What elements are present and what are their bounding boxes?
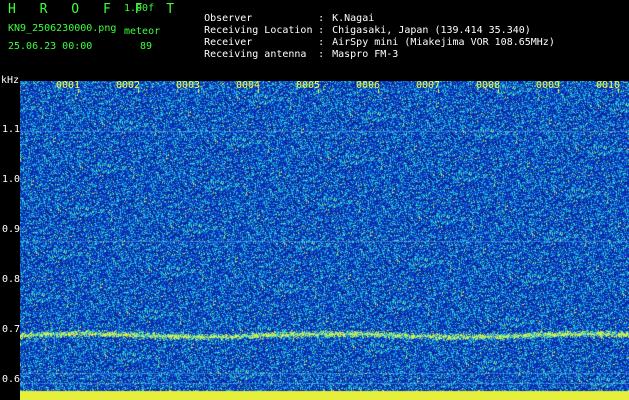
info-value: Maspro FM-3: [332, 49, 399, 60]
y-tick-label: 0.6: [2, 374, 21, 385]
x-tick-label: 0004: [236, 80, 261, 91]
y-tick-label: 1.0: [2, 174, 21, 185]
x-tick-label: 0010: [596, 80, 621, 91]
y-tick-label: 0.7: [2, 324, 21, 335]
datetime-label: 25.06.23 00:00: [8, 41, 93, 52]
spectrogram: [20, 81, 629, 400]
x-tick-label: 0009: [536, 80, 561, 91]
y-tick-label: 0.9: [2, 224, 21, 235]
meteor-label: meteor: [124, 26, 161, 37]
app-title: H R O F F T: [8, 2, 183, 17]
x-tick-label: 0007: [416, 80, 441, 91]
y-axis-unit: kHz: [1, 75, 20, 86]
x-tick-label: 0008: [476, 80, 501, 91]
info-row-antenna: Receiving antenna: Maspro FM-3: [204, 49, 399, 60]
x-tick-label: 0002: [116, 80, 141, 91]
meteor-count: 89: [140, 41, 153, 52]
y-tick-label: 1.1: [2, 124, 21, 135]
x-tick-label: 0003: [176, 80, 201, 91]
hrofft-window: H R O F F T 1.00f KN9_2506230000.png met…: [0, 0, 629, 400]
x-tick-label: 0005: [296, 80, 321, 91]
y-tick-label: 0.8: [2, 274, 21, 285]
info-key: Receiving antenna: [204, 49, 307, 60]
x-tick-label: 0006: [356, 80, 381, 91]
filename-label: KN9_2506230000.png: [8, 23, 117, 34]
spectrogram-canvas: [20, 81, 629, 400]
version-label: 1.00f: [124, 3, 155, 14]
x-tick-label: 0001: [56, 80, 81, 91]
